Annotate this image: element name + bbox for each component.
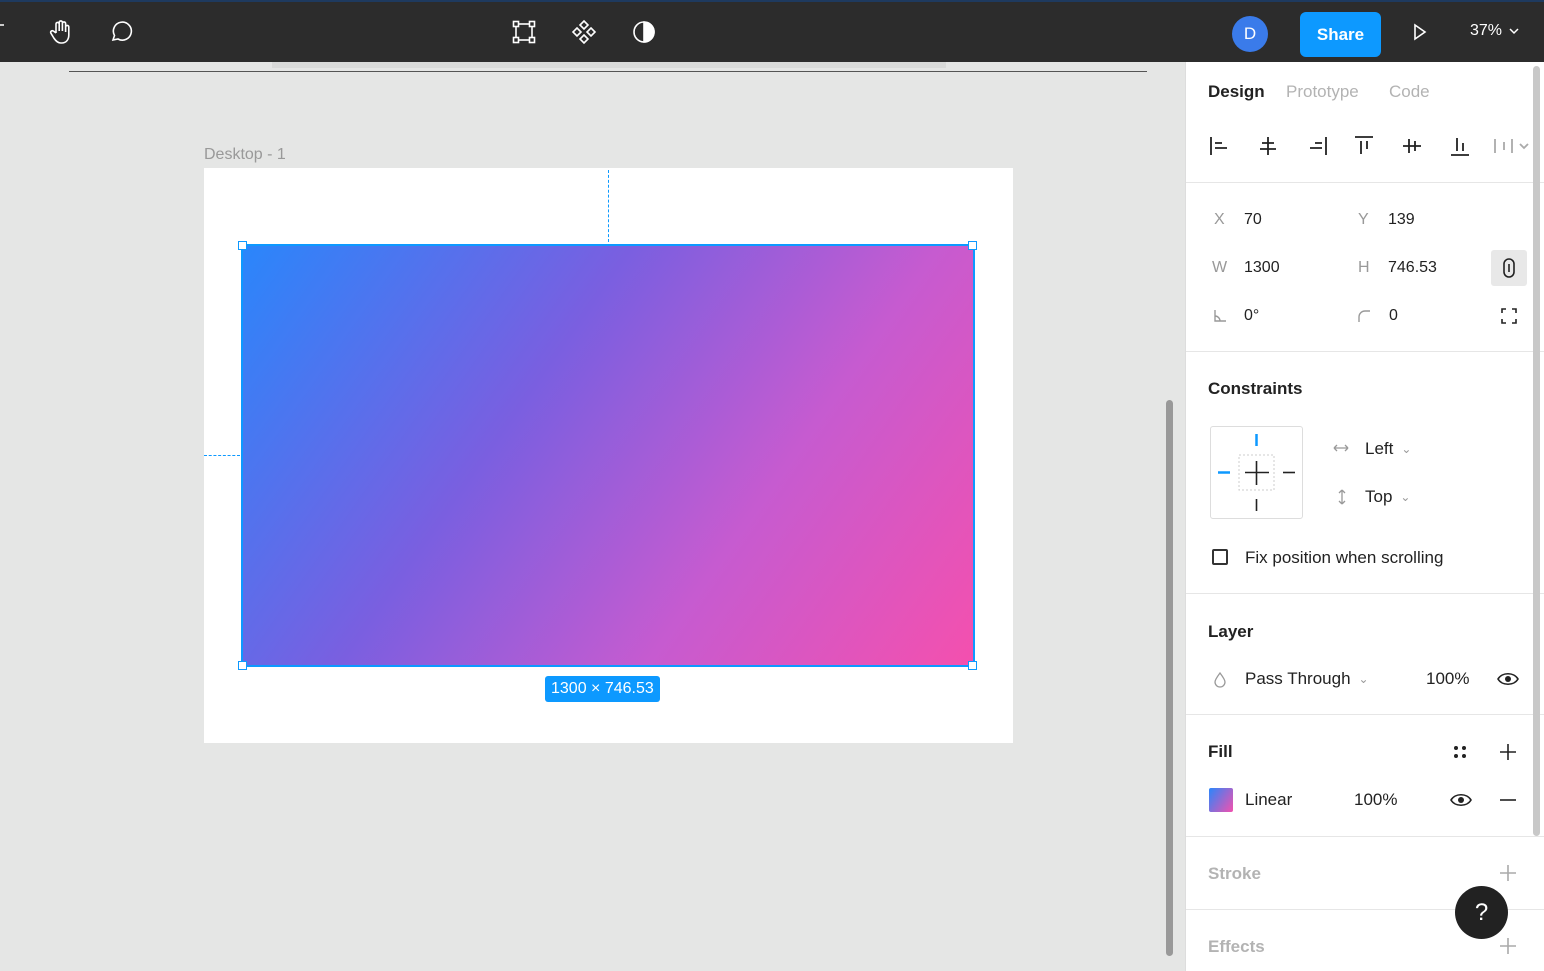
y-label: Y [1358, 211, 1369, 228]
fill-type-label[interactable]: Linear [1245, 790, 1292, 810]
resize-handle-bottom-right[interactable] [968, 661, 977, 670]
hand-tool-icon[interactable] [45, 16, 77, 48]
zoom-menu[interactable]: 37% [1470, 22, 1520, 40]
constraints-title: Constraints [1208, 379, 1303, 398]
chevron-down-icon: ⌄ [1401, 442, 1412, 456]
horizontal-constraint-icon [1332, 441, 1350, 460]
fill-visibility-eye-icon[interactable] [1450, 792, 1472, 813]
w-label: W [1212, 259, 1228, 276]
vertical-constraint-value: Top [1365, 487, 1393, 506]
vertical-constraint-select[interactable]: Top ⌄ [1365, 487, 1410, 507]
fill-opacity-input[interactable]: 100% [1354, 790, 1397, 810]
fill-styles-icon[interactable] [1451, 743, 1469, 766]
distribute-menu-icon[interactable] [1492, 134, 1532, 158]
vertical-constraint-icon [1335, 488, 1349, 511]
align-vertical-center-icon[interactable] [1400, 134, 1424, 158]
align-right-icon[interactable] [1305, 134, 1329, 158]
chevron-down-icon: ⌄ [1400, 490, 1411, 504]
effects-title: Effects [1208, 937, 1265, 956]
x-label: X [1214, 211, 1225, 228]
fill-color-swatch[interactable] [1209, 788, 1233, 812]
resize-handle-top-right[interactable] [968, 241, 977, 250]
h-input[interactable]: 746.53 [1388, 259, 1437, 277]
add-effect-plus-icon[interactable] [1498, 936, 1518, 961]
corner-radius-input[interactable]: 0 [1389, 307, 1398, 325]
align-top-icon[interactable] [1352, 134, 1376, 158]
layer-opacity-input[interactable]: 100% [1426, 669, 1469, 689]
panel-divider [1186, 714, 1544, 715]
fix-position-checkbox[interactable] [1212, 549, 1228, 565]
zoom-level: 37% [1470, 22, 1503, 39]
align-left-icon[interactable] [1208, 134, 1232, 158]
independent-corners-icon[interactable] [1500, 307, 1518, 330]
fix-position-label: Fix position when scrolling [1245, 548, 1444, 567]
share-button[interactable]: Share [1300, 12, 1381, 57]
fill-title: Fill [1208, 742, 1233, 761]
layer-visibility-eye-icon[interactable] [1497, 671, 1519, 692]
play-icon[interactable] [1403, 16, 1435, 48]
constrain-proportions-button[interactable] [1491, 250, 1527, 286]
panel-divider [1186, 351, 1544, 352]
selection-size-badge: 1300 × 746.53 [545, 676, 660, 702]
horizontal-constraint-value: Left [1365, 439, 1394, 458]
chevron-down-icon [1509, 28, 1519, 35]
y-input[interactable]: 139 [1388, 211, 1415, 229]
constraints-widget[interactable] [1210, 426, 1303, 519]
h-label: H [1358, 259, 1370, 276]
align-horizontal-center-icon[interactable] [1256, 134, 1280, 158]
contrast-mask-icon[interactable] [628, 16, 660, 48]
blend-mode-value: Pass Through [1245, 669, 1351, 688]
comment-tool-icon[interactable] [105, 16, 137, 48]
selected-gradient-rectangle[interactable] [241, 244, 975, 667]
align-bottom-icon[interactable] [1448, 134, 1472, 158]
top-toolbar: D Share 37% [0, 0, 1544, 62]
panel-divider [1186, 836, 1544, 837]
properties-panel: Design Prototype Code X 70 Y 139 W 1300 … [1185, 62, 1544, 971]
frame-label[interactable]: Desktop - 1 [204, 146, 286, 164]
resize-handle-top-left[interactable] [238, 241, 247, 250]
blend-mode-select[interactable]: Pass Through ⌄ [1245, 669, 1369, 689]
canvas-top-frame-edge [272, 62, 946, 68]
canvas-top-line [69, 71, 1147, 72]
panel-divider [1186, 182, 1544, 183]
user-avatar[interactable]: D [1232, 16, 1268, 52]
w-input[interactable]: 1300 [1244, 259, 1280, 277]
tab-prototype[interactable]: Prototype [1286, 82, 1359, 102]
remove-fill-minus-icon[interactable] [1498, 790, 1518, 815]
chevron-down-icon: ⌄ [1358, 672, 1369, 686]
add-fill-plus-icon[interactable] [1498, 742, 1518, 767]
stroke-title: Stroke [1208, 864, 1261, 883]
rotation-icon [1212, 308, 1228, 329]
frame-transform-icon[interactable] [508, 16, 540, 48]
measurement-guide-horizontal [204, 455, 240, 456]
canvas-vertical-scrollbar[interactable] [1166, 400, 1173, 956]
design-canvas[interactable]: Desktop - 1 1300 × 746.53 [0, 62, 1185, 971]
corner-radius-icon [1356, 308, 1372, 329]
link-icon [1503, 258, 1515, 278]
panel-scrollbar[interactable] [1533, 66, 1540, 836]
tab-design[interactable]: Design [1208, 82, 1265, 102]
blend-mode-icon [1213, 671, 1227, 693]
resize-handle-bottom-left[interactable] [238, 661, 247, 670]
rotation-input[interactable]: 0° [1244, 307, 1259, 325]
layer-title: Layer [1208, 622, 1254, 641]
component-icon[interactable] [568, 16, 600, 48]
x-input[interactable]: 70 [1244, 211, 1262, 229]
horizontal-constraint-select[interactable]: Left ⌄ [1365, 439, 1411, 459]
measurement-guide-vertical [608, 170, 609, 242]
add-stroke-plus-icon[interactable] [1498, 863, 1518, 888]
tab-code[interactable]: Code [1389, 82, 1430, 102]
help-button[interactable]: ? [1455, 886, 1508, 939]
panel-divider [1186, 593, 1544, 594]
text-tool-icon[interactable] [0, 16, 18, 48]
